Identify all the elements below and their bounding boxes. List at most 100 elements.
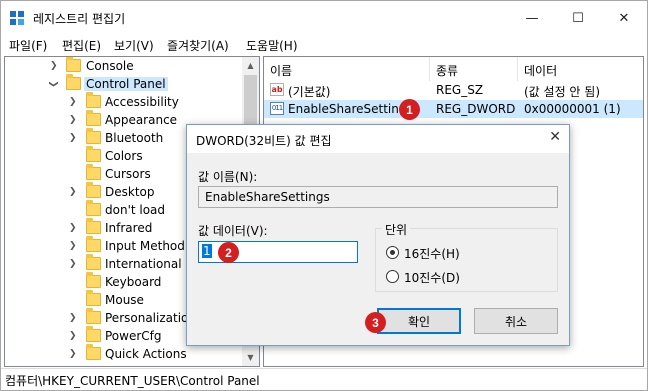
menu-file[interactable]: 파일(F) [9,37,47,54]
folder-icon [86,200,101,216]
menu-help[interactable]: 도움말(H) [246,37,298,54]
step-badge-1: 1 [399,99,420,120]
folder-icon [86,344,101,360]
folder-icon [86,146,101,162]
value-name-field: EnableShareSettings [198,186,558,208]
value-row-enablesharesettings[interactable]: 011 EnableShareSettings REG_DWORD 0x0000… [264,100,643,118]
title-bar[interactable]: 레지스트리 편집기 — ☐ ✕ [1,1,647,35]
expand-arrow-icon[interactable]: ❯ [69,259,77,269]
expand-arrow-icon[interactable]: ❯ [69,115,77,125]
tree-item-label: Appearance [105,113,178,127]
registry-editor-icon [10,11,25,26]
step-badge-2: 2 [218,242,239,263]
tree-item-label: Desktop [105,185,155,199]
tree-item-label: Console [86,59,134,73]
radio-decimal-label[interactable]: 10진수(D) [404,269,460,286]
close-button[interactable]: ✕ [601,1,647,35]
folder-icon [86,110,101,126]
base-group: 단위 16진수(H) 10진수(D) [375,221,558,292]
tree-item-label: Colors [105,149,143,163]
column-header-data[interactable]: 데이터 [518,57,643,81]
value-data-text: 1 [202,244,212,258]
value-data: (값 설정 안 됨) [524,85,601,99]
folder-icon [86,92,101,108]
status-path: 컴퓨터\HKEY_CURRENT_USER\Control Panel [5,374,260,388]
expand-arrow-icon[interactable]: ❯ [69,313,77,323]
expand-arrow-icon[interactable]: ❯ [69,349,77,359]
folder-open-icon [66,74,81,90]
value-data-label: 값 데이터(V): [198,224,268,238]
folder-icon [86,326,101,342]
menu-bar: 파일(F) 편집(E) 보기(V) 즐겨찾기(A) 도움말(H) [1,35,647,55]
expand-arrow-icon[interactable]: ❯ [69,97,77,107]
minimize-icon: — [525,10,539,26]
dword-value-icon: 011 [270,102,284,115]
tree-item-label: Infrared [105,221,153,235]
menu-edit[interactable]: 편집(E) [62,37,101,54]
radio-hexadecimal-label[interactable]: 16진수(H) [404,245,460,262]
maximize-button[interactable]: ☐ [555,1,601,35]
value-row-default[interactable]: ab (기본값) REG_SZ (값 설정 안 됨) [264,81,643,99]
expand-arrow-icon[interactable]: ❯ [69,187,77,197]
tree-item-label: Control Panel [84,77,168,91]
tree-item-accessibility[interactable]: ❯ Accessibility [5,92,243,112]
expand-arrow-icon[interactable]: ❯ [69,331,77,341]
tree-item-quick-actions[interactable]: ❯ Quick Actions [5,344,243,364]
ok-button[interactable]: 확인 [377,308,461,334]
folder-icon [86,236,101,252]
collapse-arrow-icon[interactable]: ❯ [48,80,58,88]
folder-icon [86,182,101,198]
radio-decimal[interactable] [386,270,399,283]
value-data: 0x00000001 (1) [524,102,621,116]
tree-item-control-panel[interactable]: ❯ Control Panel [5,74,243,94]
tree-item-label: Input Method [105,239,185,253]
base-group-title: 단위 [382,221,411,238]
step-badge-3: 3 [365,312,386,333]
scroll-up-icon[interactable]: ▲ [242,57,259,74]
value-name: EnableShareSettings [288,102,413,116]
value-name-label: 값 이름(N): [198,170,258,184]
column-header-name[interactable]: 이름 [264,57,430,81]
tree-item-label: Personalization [105,311,196,325]
tree-item-label: Bluetooth [105,131,164,145]
value-name: (기본값) [288,85,331,99]
menu-favorites[interactable]: 즐겨찾기(A) [167,37,229,54]
close-icon: ✕ [618,10,630,26]
tree-item-label: Cursors [105,167,151,181]
value-type: REG_SZ [436,83,484,97]
dialog-title-bar[interactable]: DWORD(32비트) 값 편집 ✕ [187,125,569,153]
expand-arrow-icon[interactable]: ❯ [69,133,77,143]
window-title: 레지스트리 편집기 [33,12,126,26]
maximize-icon: ☐ [572,10,584,26]
radio-hexadecimal[interactable] [386,246,399,259]
scroll-down-icon[interactable]: ▼ [242,349,259,366]
tree-item-console[interactable]: ❯ Console [5,57,243,76]
tree-item-label: International [105,257,182,271]
folder-icon [86,290,101,306]
folder-icon [86,218,101,234]
value-type: REG_DWORD [436,102,516,116]
tree-item-label: don't load [105,203,166,217]
cancel-button[interactable]: 취소 [474,308,558,334]
column-header-type[interactable]: 종류 [430,57,518,81]
tree-item-label: Mouse [105,293,144,307]
folder-icon [86,272,101,288]
folder-icon [86,164,101,180]
menu-view[interactable]: 보기(V) [114,37,154,54]
expand-arrow-icon[interactable]: ❯ [69,241,77,251]
tree-item-label: Quick Actions [105,347,187,361]
tree-item-label: Accessibility [105,95,179,109]
tree-item-label: PowerCfg [105,329,162,343]
folder-icon [86,128,101,144]
string-value-icon: ab [270,83,284,96]
folder-icon [86,308,101,324]
dialog-title: DWORD(32비트) 값 편집 [196,134,332,148]
tree-item-label: Keyboard [105,275,162,289]
folder-icon [86,254,101,270]
dialog-close-icon[interactable]: ✕ [549,129,561,145]
expand-arrow-icon[interactable]: ❯ [69,223,77,233]
expand-arrow-icon[interactable]: ❯ [50,61,58,71]
edit-dword-dialog: DWORD(32비트) 값 편집 ✕ 값 이름(N): EnableShareS… [186,124,570,346]
minimize-button[interactable]: — [509,1,555,35]
folder-icon [66,57,81,72]
